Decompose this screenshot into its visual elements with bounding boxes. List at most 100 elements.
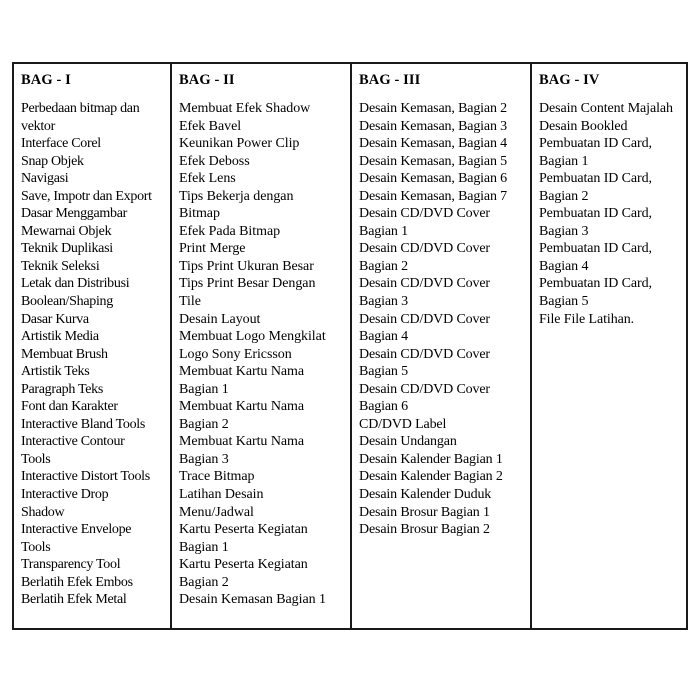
list-item: Dasar Menggambar [21, 206, 127, 222]
list-item: Bagian 3 [539, 223, 589, 239]
list-item: vektor [21, 118, 55, 134]
list-item: Desain CD/DVD Cover [359, 381, 490, 397]
list-item: Paragraph Teks [21, 381, 104, 397]
table-column-bag-2: BAG - II Membuat Efek Shadow Efek Bavel … [172, 64, 352, 628]
list-item: Bagian 3 [359, 294, 408, 310]
list-item: Tools [21, 539, 51, 555]
list-item: Transparency Tool [21, 557, 121, 573]
list-item: Efek Bavel [179, 118, 242, 134]
list-item: Mewarnai Objek [21, 223, 112, 239]
list-item: Desain Kemasan, Bagian 2 [359, 101, 508, 116]
list-item: Desain Kalender Bagian 1 [359, 451, 503, 467]
list-item: Snap Objek [21, 153, 84, 169]
curriculum-table: BAG - I Perbedaan bitmap dan vektor Inte… [12, 62, 688, 630]
list-item: Desain Brosur Bagian 2 [359, 522, 490, 538]
list-item: Tips Print Ukuran Besar [179, 258, 314, 274]
list-item: Interactive Contour [21, 434, 125, 450]
list-item: Berlatih Efek Metal [21, 592, 127, 608]
list-item: Desain CD/DVD Cover [359, 276, 490, 292]
column-header-bag-1: BAG - I [21, 72, 71, 88]
list-item: Tools [21, 451, 51, 467]
list-item: Bagian 2 [179, 574, 229, 590]
list-item: Interactive Drop [21, 487, 109, 503]
list-item: Desain Kemasan, Bagian 3 [359, 118, 508, 134]
list-item: Tile [179, 294, 201, 310]
list-item: Desain CD/DVD Cover [359, 206, 490, 222]
list-item: Efek Lens [179, 171, 236, 187]
list-item: Font dan Karakter [21, 399, 118, 415]
item-list-bag-2: Membuat Efek Shadow Efek Bavel Keunikan … [179, 100, 344, 609]
list-item: Desain Kalender Duduk [359, 487, 492, 503]
list-item: Desain Kemasan, Bagian 7 [359, 188, 508, 204]
list-item: Bagian 1 [539, 153, 589, 169]
list-item: File File Latihan. [539, 311, 635, 327]
list-item: Membuat Efek Shadow [179, 101, 311, 116]
list-item: Desain Bookled [539, 118, 628, 134]
list-item: Bagian 1 [179, 539, 229, 555]
list-item: Bagian 5 [359, 364, 408, 380]
list-item: Letak dan Distribusi [21, 276, 130, 292]
list-item: Desain Kemasan, Bagian 4 [359, 136, 508, 152]
list-item: Desain Brosur Bagian 1 [359, 504, 490, 520]
list-item: Desain Kemasan, Bagian 6 [359, 171, 508, 187]
list-item: Interactive Distort Tools [21, 469, 150, 485]
list-item: Bagian 4 [539, 258, 589, 274]
list-item: Interactive Envelope [21, 522, 132, 538]
list-item: Save, Impotr dan Export [21, 188, 152, 204]
list-item: Tips Print Besar Dengan [179, 276, 316, 292]
list-item: Berlatih Efek Embos [21, 574, 133, 590]
list-item: Desain Kalender Bagian 2 [359, 469, 503, 485]
list-item: Desain Undangan [359, 434, 457, 450]
item-list-bag-1: Perbedaan bitmap dan vektor Interface Co… [21, 100, 164, 609]
list-item: Bagian 4 [359, 329, 408, 345]
item-list-bag-4: Desain Content Majalah Desain Bookled Pe… [539, 100, 680, 328]
list-item: Desain Content Majalah [539, 101, 673, 116]
list-item: Desain Layout [179, 311, 261, 327]
list-item: Desain Kemasan, Bagian 5 [359, 153, 508, 169]
list-item: Bagian 2 [359, 258, 408, 274]
list-item: Bagian 1 [359, 223, 408, 239]
list-item: Trace Bitmap [179, 469, 255, 485]
list-item: Membuat Kartu Nama [179, 434, 305, 450]
list-item: Artistik Teks [21, 364, 90, 380]
list-item: Pembuatan ID Card, [539, 171, 652, 187]
list-item: CD/DVD Label [359, 416, 447, 432]
list-item: Desain CD/DVD Cover [359, 346, 490, 362]
list-item: Bitmap [179, 206, 220, 222]
table-column-bag-4: BAG - IV Desain Content Majalah Desain B… [532, 64, 686, 628]
list-item: Tips Bekerja dengan [179, 188, 294, 204]
column-header-bag-4: BAG - IV [539, 72, 600, 88]
list-item: Interactive Bland Tools [21, 416, 146, 432]
item-list-bag-3: Desain Kemasan, Bagian 2 Desain Kemasan,… [359, 100, 524, 539]
list-item: Membuat Logo Mengkilat [179, 329, 326, 345]
list-item: Bagian 2 [179, 416, 229, 432]
list-item: Dasar Kurva [21, 311, 89, 327]
list-item: Keunikan Power Clip [179, 136, 300, 152]
list-item: Desain CD/DVD Cover [359, 311, 490, 327]
list-item: Pembuatan ID Card, [539, 241, 652, 257]
list-item: Bagian 1 [179, 381, 229, 397]
table-column-bag-1: BAG - I Perbedaan bitmap dan vektor Inte… [14, 64, 172, 628]
list-item: Interface Corel [21, 136, 101, 152]
list-item: Kartu Peserta Kegiatan [179, 522, 308, 538]
list-item: Bagian 3 [179, 451, 229, 467]
list-item: Bagian 5 [539, 294, 589, 310]
list-item: Bagian 6 [359, 399, 408, 415]
list-item: Efek Deboss [179, 153, 250, 169]
list-item: Teknik Seleksi [21, 258, 100, 274]
list-item: Desain CD/DVD Cover [359, 241, 490, 257]
list-item: Pembuatan ID Card, [539, 206, 652, 222]
list-item: Membuat Kartu Nama [179, 399, 305, 415]
list-item: Print Merge [179, 241, 246, 257]
list-item: Boolean/Shaping [21, 294, 113, 310]
list-item: Pembuatan ID Card, [539, 276, 652, 292]
list-item: Efek Pada Bitmap [179, 223, 281, 239]
column-header-bag-3: BAG - III [359, 72, 421, 88]
page-root: BAG - I Perbedaan bitmap dan vektor Inte… [0, 0, 700, 700]
list-item: Teknik Duplikasi [21, 241, 113, 257]
list-item: Membuat Brush [21, 346, 108, 362]
list-item: Kartu Peserta Kegiatan [179, 557, 308, 573]
list-item: Navigasi [21, 171, 69, 187]
table-column-bag-3: BAG - III Desain Kemasan, Bagian 2 Desai… [352, 64, 532, 628]
list-item: Desain Kemasan Bagian 1 [179, 592, 326, 608]
